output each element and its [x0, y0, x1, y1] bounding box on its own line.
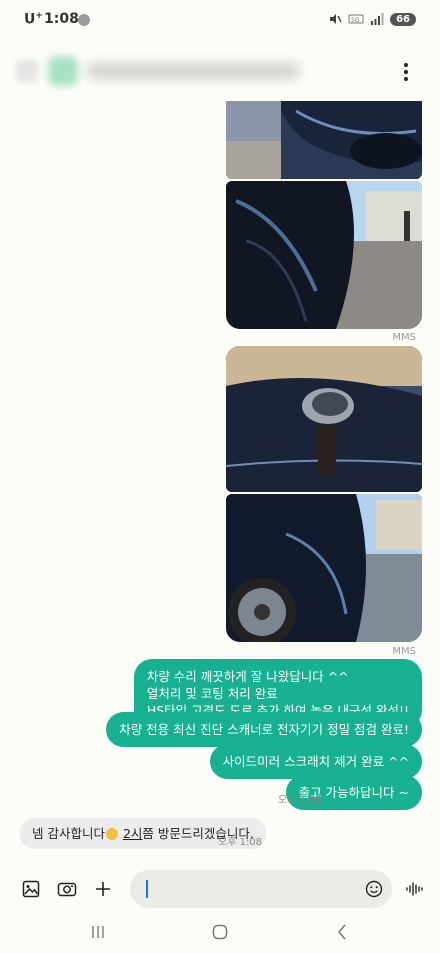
mms-label: MMS: [392, 332, 416, 343]
mms-image-4[interactable]: [226, 494, 422, 642]
recent-apps-icon[interactable]: [78, 918, 118, 946]
wifi-off-icon: 5G: [348, 14, 364, 24]
mms-label: MMS: [392, 646, 416, 657]
system-navigation-bar: [0, 912, 440, 953]
mute-icon: [330, 14, 342, 24]
outgoing-message[interactable]: 사이드미러 스크래치 제거 완료 ^^: [209, 744, 422, 779]
outgoing-message[interactable]: 차량 전용 최신 진단 스캐너로 전자기기 정밀 점검 완료!: [106, 712, 422, 747]
camera-icon[interactable]: [52, 874, 82, 904]
contact-avatar[interactable]: [48, 56, 78, 86]
contact-name[interactable]: [86, 62, 300, 80]
mms-image-1[interactable]: [226, 101, 422, 179]
back-icon[interactable]: [322, 918, 362, 946]
conversation-header: [0, 44, 440, 100]
voice-wave-icon[interactable]: [400, 874, 430, 904]
time-link[interactable]: 2시: [123, 826, 142, 841]
message-time: 오후 1:05: [278, 795, 323, 806]
carrier-label: U+: [24, 11, 43, 28]
plus-icon[interactable]: [88, 874, 118, 904]
message-input[interactable]: [130, 870, 392, 908]
battery-icon: 66: [390, 12, 416, 26]
more-vert-icon[interactable]: [396, 58, 416, 86]
message-composer: [0, 866, 440, 912]
back-button[interactable]: [16, 60, 38, 82]
home-icon[interactable]: [200, 918, 240, 946]
mms-image-2[interactable]: [226, 181, 422, 329]
system-icons: 5G 66: [328, 12, 416, 26]
image-icon[interactable]: [16, 874, 46, 904]
smiley-icon[interactable]: [362, 877, 386, 901]
status-clock: 1:08: [44, 11, 79, 27]
text-caret: [146, 880, 148, 898]
notification-icon: [78, 14, 90, 26]
svg-text:5G: 5G: [351, 17, 360, 24]
message-time: 오후 1:08: [218, 837, 263, 848]
status-bar: U+ 1:08 5G 66: [0, 0, 440, 42]
signal-icon: [371, 13, 384, 25]
emoji-icon: [105, 828, 118, 840]
mms-image-3[interactable]: [226, 346, 422, 492]
